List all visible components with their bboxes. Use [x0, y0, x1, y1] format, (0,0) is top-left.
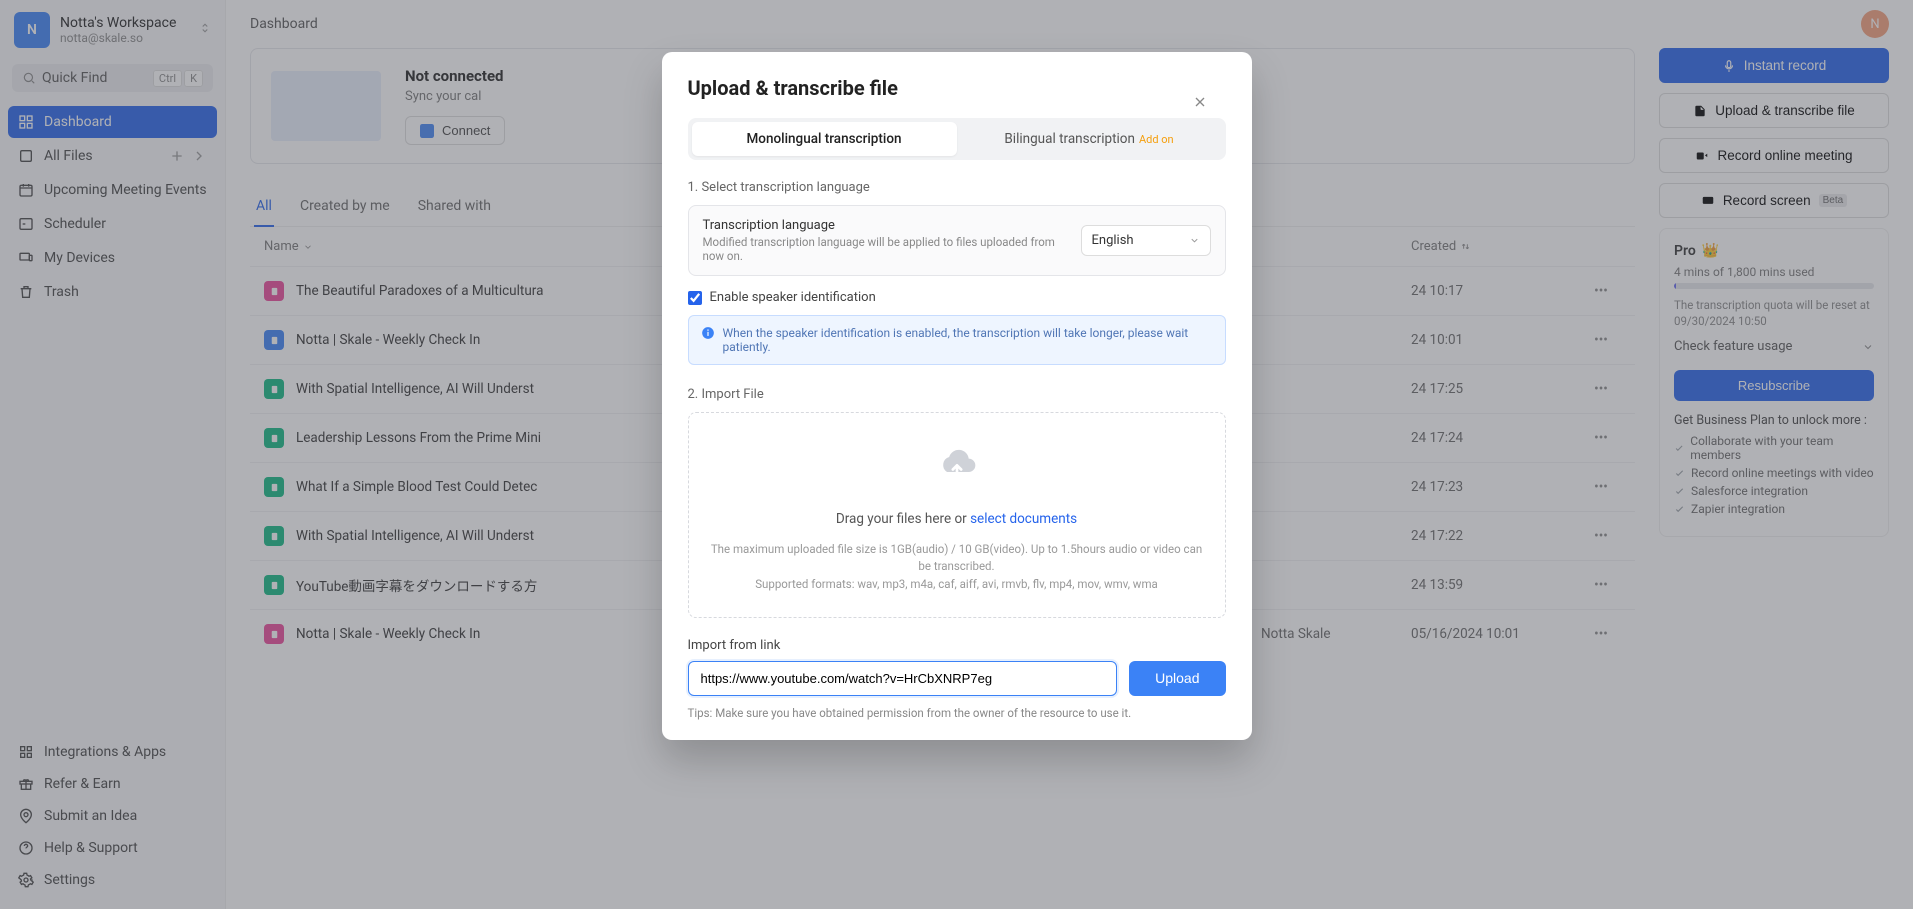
- speaker-info-banner: When the speaker identification is enabl…: [688, 315, 1226, 365]
- step-2-label: 2. Import File: [688, 387, 1226, 402]
- import-tips: Tips: Make sure you have obtained permis…: [688, 706, 1226, 720]
- close-icon: [1192, 94, 1208, 110]
- lang-sub: Modified transcription language will be …: [703, 235, 1065, 263]
- upload-transcribe-modal: Upload & transcribe file Monolingual tra…: [662, 52, 1252, 740]
- step-1-label: 1. Select transcription language: [688, 180, 1226, 195]
- speaker-id-checkbox-row[interactable]: Enable speaker identification: [688, 290, 1226, 305]
- select-documents-link[interactable]: select documents: [970, 511, 1077, 527]
- import-link-input[interactable]: [688, 661, 1118, 696]
- tab-monolingual[interactable]: Monolingual transcription: [692, 122, 957, 156]
- fine-print-1: The maximum uploaded file size is 1GB(au…: [709, 541, 1205, 576]
- lang-title: Transcription language: [703, 218, 1065, 233]
- language-select[interactable]: English: [1081, 225, 1211, 256]
- language-box: Transcription language Modified transcri…: [688, 205, 1226, 276]
- chevron-down-icon: [1189, 235, 1200, 246]
- file-drop-zone[interactable]: Drag your files here or select documents…: [688, 412, 1226, 618]
- modal-title: Upload & transcribe file: [688, 76, 1226, 100]
- tab-bilingual[interactable]: Bilingual transcriptionAdd on: [957, 122, 1222, 156]
- modal-close-button[interactable]: [1192, 94, 1208, 114]
- import-from-link-label: Import from link: [688, 638, 1226, 653]
- transcription-mode-tabs: Monolingual transcription Bilingual tran…: [688, 118, 1226, 160]
- info-icon: [701, 326, 715, 340]
- upload-button[interactable]: Upload: [1129, 661, 1225, 696]
- speaker-label: Enable speaker identification: [710, 290, 876, 305]
- upload-cloud-icon: [709, 447, 1205, 491]
- fine-print-2: Supported formats: wav, mp3, m4a, caf, a…: [709, 576, 1205, 593]
- drag-text: Drag your files here or: [836, 511, 970, 527]
- modal-backdrop[interactable]: Upload & transcribe file Monolingual tra…: [0, 0, 1913, 909]
- speaker-id-checkbox[interactable]: [688, 291, 702, 305]
